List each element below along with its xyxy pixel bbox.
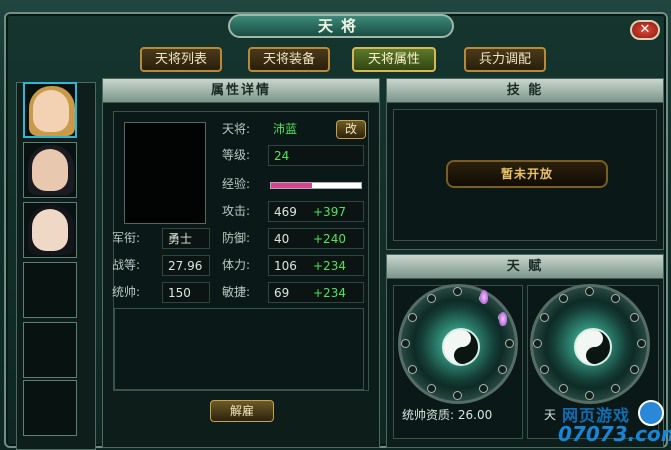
defense-field: 40 +240 bbox=[268, 228, 364, 249]
talent-node[interactable] bbox=[453, 287, 462, 296]
portrait-face bbox=[33, 90, 69, 132]
robot-mascot-icon bbox=[638, 400, 664, 426]
exp-label: 经验: bbox=[222, 177, 251, 191]
level-value: 24 bbox=[268, 145, 364, 166]
command-value: 150 bbox=[162, 282, 210, 303]
talent-node[interactable] bbox=[585, 391, 594, 400]
defense-value: 40 bbox=[274, 232, 290, 246]
talent-panel-header: 天 赋 bbox=[387, 255, 663, 279]
stamina-bonus: +234 bbox=[313, 259, 346, 273]
agility-bonus: +234 bbox=[313, 286, 346, 300]
site-watermark: 网页游戏 07073.com bbox=[552, 400, 671, 448]
talent-node[interactable] bbox=[453, 391, 462, 400]
talent-wheel-2[interactable] bbox=[530, 284, 650, 404]
portrait-face bbox=[32, 149, 68, 191]
portrait-slot-1[interactable] bbox=[23, 82, 77, 138]
skill-status-badge: 暂未开放 bbox=[446, 160, 608, 188]
rank-value: 勇士 bbox=[162, 228, 210, 249]
talent-node[interactable] bbox=[498, 365, 508, 374]
dismiss-button[interactable]: 解雇 bbox=[210, 400, 274, 422]
exp-bar bbox=[270, 182, 362, 189]
tab-general-equipment[interactable]: 天将装备 bbox=[248, 47, 330, 72]
purple-flame-icon bbox=[499, 312, 507, 326]
portrait-slot-6-empty[interactable] bbox=[23, 380, 77, 436]
talent-node[interactable] bbox=[427, 293, 436, 303]
agility-field: 69 +234 bbox=[268, 282, 364, 303]
purple-flame-icon bbox=[480, 290, 488, 304]
talent-node[interactable] bbox=[630, 313, 640, 322]
portrait-face bbox=[32, 209, 68, 251]
general-name: 沛蓝 bbox=[273, 122, 298, 136]
talent-node[interactable] bbox=[630, 365, 640, 374]
talent-node[interactable] bbox=[505, 339, 514, 348]
talent-wheel-1[interactable] bbox=[398, 284, 518, 404]
talent-node[interactable] bbox=[585, 287, 594, 296]
command-label: 统帅: bbox=[112, 285, 141, 299]
portrait-slot-3[interactable] bbox=[23, 202, 77, 258]
talent-node[interactable] bbox=[407, 313, 417, 322]
talent-node[interactable] bbox=[539, 313, 549, 322]
attack-field: 469 +397 bbox=[268, 201, 364, 222]
talent-node[interactable] bbox=[401, 339, 410, 348]
description-box bbox=[114, 308, 364, 390]
agility-value: 69 bbox=[274, 286, 290, 300]
talent-node[interactable] bbox=[559, 384, 568, 394]
yin-yang-icon bbox=[442, 328, 480, 366]
talent-node[interactable] bbox=[611, 384, 620, 394]
attack-bonus: +397 bbox=[313, 205, 346, 219]
talent-node[interactable] bbox=[427, 384, 436, 394]
defense-label: 防御: bbox=[222, 231, 251, 245]
battle-level-label: 战等: bbox=[112, 258, 141, 272]
tab-troop-allocation[interactable]: 兵力调配 bbox=[464, 47, 546, 72]
agility-label: 敏捷: bbox=[222, 285, 251, 299]
close-button[interactable]: ✕ bbox=[630, 20, 660, 40]
rank-label: 军衔: bbox=[112, 231, 141, 245]
talent-node[interactable] bbox=[637, 339, 646, 348]
talent-node[interactable] bbox=[559, 293, 568, 303]
talent-node[interactable] bbox=[533, 339, 542, 348]
command-aptitude-label: 统帅资质: 26.00 bbox=[402, 408, 493, 422]
yin-yang-icon bbox=[574, 328, 612, 366]
portrait-slot-4-empty[interactable] bbox=[23, 262, 77, 318]
level-label: 等级: bbox=[222, 148, 251, 162]
talent-node[interactable] bbox=[611, 293, 620, 303]
talent-node[interactable] bbox=[407, 365, 417, 374]
talent-node[interactable] bbox=[479, 384, 488, 394]
defense-bonus: +240 bbox=[313, 232, 346, 246]
attack-label: 攻击: bbox=[222, 204, 251, 218]
battle-level-value: 27.96 bbox=[162, 255, 210, 276]
portrait-slot-2[interactable] bbox=[23, 142, 77, 198]
avatar-preview bbox=[124, 122, 206, 224]
tab-general-attributes[interactable]: 天将属性 bbox=[352, 47, 436, 72]
attribute-panel-header: 属性详情 bbox=[103, 79, 379, 103]
portrait-slot-5-empty[interactable] bbox=[23, 322, 77, 378]
window-title: 天将 bbox=[228, 14, 454, 38]
general-label: 天将: bbox=[222, 122, 251, 136]
stamina-label: 体力: bbox=[222, 258, 251, 272]
stamina-value: 106 bbox=[274, 259, 297, 273]
stamina-field: 106 +234 bbox=[268, 255, 364, 276]
exp-bar-fill bbox=[271, 183, 312, 188]
attack-value: 469 bbox=[274, 205, 297, 219]
talent-node[interactable] bbox=[539, 365, 549, 374]
rename-button[interactable]: 改 bbox=[336, 120, 366, 139]
tab-general-list[interactable]: 天将列表 bbox=[140, 47, 222, 72]
skills-panel-header: 技 能 bbox=[387, 79, 663, 103]
